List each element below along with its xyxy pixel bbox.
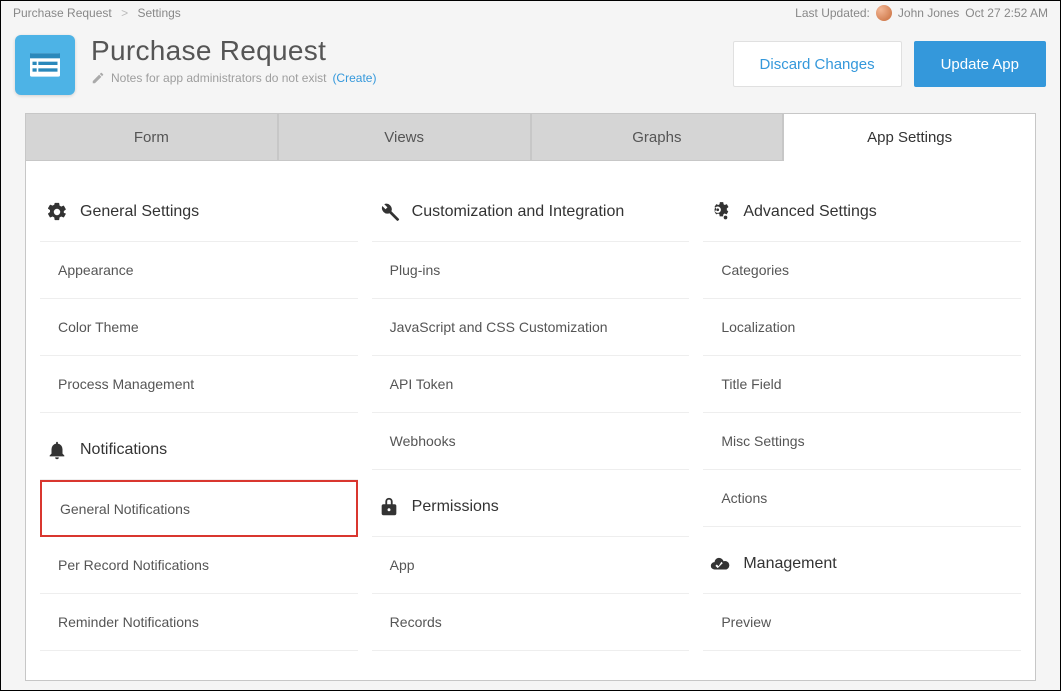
edit-note-icon [91, 71, 105, 85]
page-title: Purchase Request [91, 35, 376, 67]
lock-icon [378, 496, 400, 518]
last-updated-time: Oct 27 2:52 AM [965, 6, 1048, 20]
list-icon [25, 45, 65, 85]
item-js-css[interactable]: JavaScript and CSS Customization [372, 299, 690, 356]
cloud-check-icon [709, 553, 731, 575]
section-management: Management [703, 543, 1021, 594]
section-title: Advanced Settings [743, 203, 876, 221]
section-permissions: Permissions [372, 486, 690, 537]
section-title: Customization and Integration [412, 203, 625, 221]
tab-form[interactable]: Form [25, 113, 278, 161]
breadcrumb-separator: > [121, 6, 128, 20]
breadcrumb: Purchase Request > Settings [13, 6, 181, 20]
item-perm-records[interactable]: Records [372, 594, 690, 651]
item-general-notifications[interactable]: General Notifications [40, 480, 358, 537]
last-updated-user: John Jones [898, 6, 959, 20]
item-reminder-notifications[interactable]: Reminder Notifications [40, 594, 358, 651]
tab-app-settings[interactable]: App Settings [783, 113, 1036, 161]
item-appearance[interactable]: Appearance [40, 242, 358, 299]
last-updated: Last Updated: John Jones Oct 27 2:52 AM [795, 5, 1048, 21]
settings-panel: General Settings Appearance Color Theme … [25, 161, 1036, 681]
item-preview[interactable]: Preview [703, 594, 1021, 651]
discard-button[interactable]: Discard Changes [733, 41, 902, 87]
section-title: Notifications [80, 441, 167, 459]
breadcrumb-root[interactable]: Purchase Request [13, 6, 112, 20]
item-categories[interactable]: Categories [703, 242, 1021, 299]
breadcrumb-current: Settings [137, 6, 180, 20]
tab-views[interactable]: Views [278, 113, 531, 161]
tab-graphs[interactable]: Graphs [531, 113, 784, 161]
item-title-field[interactable]: Title Field [703, 356, 1021, 413]
app-icon [15, 35, 75, 95]
gears-icon [709, 201, 731, 223]
section-customization: Customization and Integration [372, 191, 690, 242]
item-plugins[interactable]: Plug-ins [372, 242, 690, 299]
item-localization[interactable]: Localization [703, 299, 1021, 356]
notes-text: Notes for app administrators do not exis… [111, 71, 326, 85]
item-misc-settings[interactable]: Misc Settings [703, 413, 1021, 470]
section-title: Management [743, 555, 836, 573]
item-color-theme[interactable]: Color Theme [40, 299, 358, 356]
item-per-record-notifications[interactable]: Per Record Notifications [40, 537, 358, 594]
section-advanced: Advanced Settings [703, 191, 1021, 242]
gear-icon [46, 201, 68, 223]
item-actions[interactable]: Actions [703, 470, 1021, 527]
create-notes-link[interactable]: (Create) [332, 71, 376, 85]
section-title: Permissions [412, 498, 499, 516]
bell-icon [46, 439, 68, 461]
last-updated-label: Last Updated: [795, 6, 870, 20]
section-title: General Settings [80, 203, 199, 221]
item-webhooks[interactable]: Webhooks [372, 413, 690, 470]
item-process-management[interactable]: Process Management [40, 356, 358, 413]
update-button[interactable]: Update App [914, 41, 1046, 87]
wrench-icon [378, 201, 400, 223]
avatar [876, 5, 892, 21]
item-api-token[interactable]: API Token [372, 356, 690, 413]
item-perm-app[interactable]: App [372, 537, 690, 594]
section-general-settings: General Settings [40, 191, 358, 242]
section-notifications: Notifications [40, 429, 358, 480]
